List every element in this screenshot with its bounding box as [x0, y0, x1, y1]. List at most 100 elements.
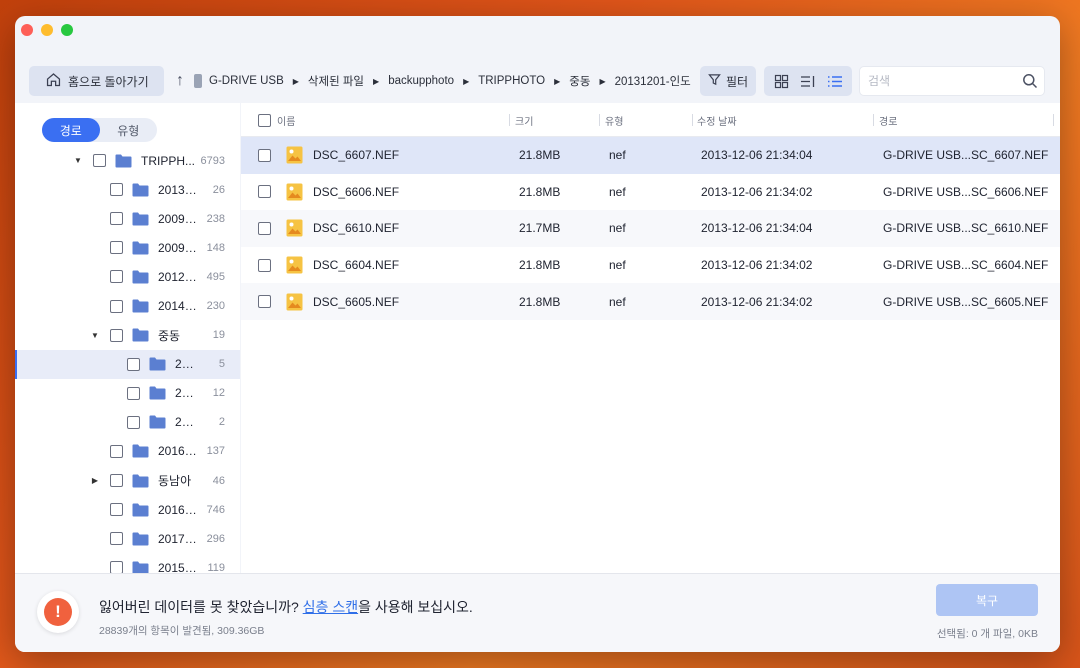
folder-icon	[132, 270, 149, 284]
image-file-icon	[286, 283, 303, 320]
column-header-path[interactable]: 경로	[879, 103, 897, 137]
tree-checkbox[interactable]	[127, 415, 140, 429]
table-row[interactable]: DSC_6604.NEF 21.8MB nef 2013-12-06 21:34:02…	[241, 247, 1060, 284]
minimize-window-button[interactable]	[41, 24, 53, 36]
column-divider[interactable]	[599, 114, 600, 126]
tree-checkbox[interactable]	[110, 183, 123, 197]
row-checkbox[interactable]	[258, 185, 271, 199]
column-divider[interactable]	[873, 114, 874, 126]
tree-checkbox[interactable]	[110, 503, 123, 517]
recover-button[interactable]: 복구	[936, 584, 1038, 616]
folder-icon	[132, 503, 149, 517]
deep-scan-link[interactable]: 심층 스캔	[303, 599, 358, 615]
breadcrumb-item[interactable]: 삭제된 파일	[308, 73, 364, 89]
home-button[interactable]: 홈으로 돌아가기	[29, 66, 164, 96]
breadcrumb-item[interactable]: backupphoto	[388, 75, 454, 87]
table-row[interactable]: DSC_6605.NEF 21.8MB nef 2013-12-06 21:34:02…	[241, 283, 1060, 320]
tree-checkbox[interactable]	[110, 328, 123, 342]
breadcrumb-item-current[interactable]: 20131201-인도	[615, 73, 691, 89]
tree-folder-item[interactable]: ▶ 동남아 46	[15, 466, 240, 495]
tree-folder-count: 230	[206, 300, 225, 313]
folder-tree: ▼TRIPPH...6793201306...2620091...2382009…	[15, 146, 240, 573]
tree-folder-item[interactable]: ▼ 중동 19	[15, 321, 240, 350]
tree-folder-item[interactable]: 201511... 119	[15, 553, 240, 573]
tree-folder-item[interactable]: 2013... 12	[15, 379, 240, 408]
tree-folder-name: 동남아	[158, 474, 192, 489]
close-window-button[interactable]	[21, 24, 33, 36]
tree-checkbox[interactable]	[110, 270, 123, 284]
row-checkbox[interactable]	[258, 148, 271, 162]
folder-icon	[132, 328, 149, 342]
tree-folder-count: 6793	[200, 154, 225, 167]
tree-folder-name: 2013...	[175, 386, 199, 401]
column-header-size[interactable]: 크기	[515, 103, 533, 137]
breadcrumb-item[interactable]: 중동	[569, 73, 590, 89]
tree-checkbox[interactable]	[93, 154, 106, 168]
expand-arrow-icon[interactable]: ▶	[90, 476, 100, 485]
tree-folder-item[interactable]: 20120... 495	[15, 262, 240, 291]
select-all-checkbox-cell	[258, 103, 271, 137]
file-modified-date: 2013-12-06 21:34:02	[701, 184, 813, 199]
tree-folder-item[interactable]: ▼ TRIPPH... 6793	[15, 146, 240, 175]
file-size: 21.8MB	[519, 294, 561, 309]
collapse-arrow-icon[interactable]: ▼	[90, 331, 100, 340]
tree-checkbox[interactable]	[110, 299, 123, 313]
tree-checkbox[interactable]	[110, 474, 123, 488]
tree-folder-count: 238	[206, 212, 225, 225]
file-name: DSC_6605.NEF	[313, 294, 400, 309]
table-row[interactable]: DSC_6610.NEF 21.7MB nef 2013-12-06 21:34:04…	[241, 210, 1060, 247]
breadcrumb-item[interactable]: G-DRIVE USB	[209, 75, 284, 87]
tree-folder-count: 5	[218, 358, 225, 371]
search-icon[interactable]	[1022, 73, 1038, 94]
column-header-type[interactable]: 유형	[605, 103, 623, 137]
up-arrow-icon[interactable]: ↑	[176, 72, 184, 90]
detail-view-icon[interactable]	[827, 74, 843, 89]
tree-folder-item[interactable]: 20131... 2	[15, 408, 240, 437]
tree-checkbox[interactable]	[110, 561, 123, 573]
select-all-checkbox[interactable]	[258, 113, 271, 127]
column-divider[interactable]	[509, 114, 510, 126]
grid-view-icon[interactable]	[774, 74, 789, 89]
column-divider[interactable]	[1053, 114, 1054, 126]
search-box	[859, 66, 1045, 96]
tab-type[interactable]: 유형	[100, 118, 158, 142]
tree-checkbox[interactable]	[110, 241, 123, 255]
tree-folder-item[interactable]: 20091... 148	[15, 233, 240, 262]
column-divider[interactable]	[692, 114, 693, 126]
collapse-arrow-icon[interactable]: ▼	[73, 156, 83, 165]
tree-checkbox[interactable]	[127, 357, 140, 371]
tree-folder-name: 20131...	[175, 415, 199, 430]
tree-folder-item[interactable]: 201306... 26	[15, 175, 240, 204]
tree-checkbox[interactable]	[110, 444, 123, 458]
tree-checkbox[interactable]	[110, 212, 123, 226]
tree-folder-count: 296	[206, 532, 225, 545]
tree-folder-item[interactable]: 20160... 137	[15, 437, 240, 466]
file-type: nef	[609, 221, 626, 236]
tree-folder-item[interactable]: 20140... 230	[15, 291, 240, 320]
list-view-icon[interactable]	[800, 74, 816, 89]
file-type: nef	[609, 294, 626, 309]
row-checkbox[interactable]	[258, 295, 271, 309]
row-checkbox[interactable]	[258, 258, 271, 272]
deep-scan-message-text: 잃어버린 데이터를 못 찾았습니까?	[99, 599, 303, 615]
row-checkbox[interactable]	[258, 221, 271, 235]
tree-folder-item[interactable]: 20170... 296	[15, 524, 240, 553]
image-file-icon	[286, 137, 303, 174]
window-controls	[21, 24, 73, 36]
tree-folder-item[interactable]: 20160... 746	[15, 495, 240, 524]
tree-folder-item[interactable]: 20131... 5	[15, 349, 240, 379]
folder-icon	[132, 444, 149, 458]
column-header-modified[interactable]: 수정 날짜	[697, 103, 737, 137]
table-row[interactable]: DSC_6607.NEF 21.8MB nef 2013-12-06 21:34:04…	[241, 137, 1060, 174]
tree-folder-item[interactable]: 20091... 238	[15, 204, 240, 233]
tree-checkbox[interactable]	[127, 386, 140, 400]
tab-path[interactable]: 경로	[42, 118, 100, 142]
file-list: 이름 크기 유형 수정 날짜 경로 DSC_6607.NEF 21.8MB nef 2…	[241, 103, 1060, 573]
breadcrumb-item[interactable]: TRIPPHOTO	[478, 75, 545, 87]
filter-button[interactable]: 필터	[700, 66, 756, 96]
table-row[interactable]: DSC_6606.NEF 21.8MB nef 2013-12-06 21:34:02…	[241, 174, 1060, 211]
column-header-name[interactable]: 이름	[277, 103, 295, 137]
search-input[interactable]	[860, 67, 1010, 95]
zoom-window-button[interactable]	[61, 24, 73, 36]
tree-checkbox[interactable]	[110, 532, 123, 546]
